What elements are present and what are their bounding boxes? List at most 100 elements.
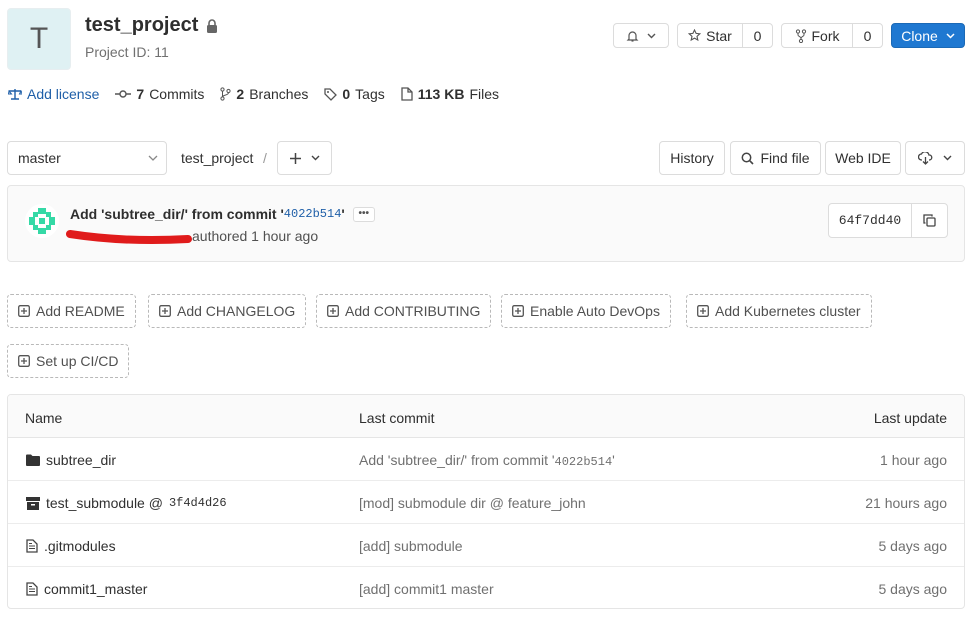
last-update-time: 21 hours ago (865, 495, 947, 511)
history-button[interactable]: History (659, 141, 725, 175)
plus-square-icon (697, 305, 709, 317)
web-ide-button[interactable]: Web IDE (825, 141, 901, 175)
chevron-down-icon (946, 32, 955, 39)
last-update-time: 5 days ago (878, 581, 948, 597)
commit-message-link[interactable]: [add] submodule (359, 538, 463, 554)
setup-ci-cd-button[interactable]: Set up CI/CD (7, 344, 130, 378)
project-name[interactable]: test_project (85, 14, 198, 37)
search-icon (741, 152, 755, 165)
authored-text: authored 1 hour ago (192, 228, 319, 244)
commit-short-sha[interactable]: 64f7dd40 (829, 213, 911, 228)
star-label: Star (706, 27, 732, 44)
file-name: .gitmodules (44, 538, 116, 554)
more-button[interactable]: ••• (352, 206, 375, 222)
enable-auto-devops-label: Enable Auto DevOps (530, 303, 660, 319)
star-icon (688, 29, 702, 42)
branch-name: master (18, 150, 61, 166)
files-label: Files (469, 86, 500, 102)
branches-label: Branches (249, 86, 309, 102)
download-icon (918, 151, 933, 165)
file-name-cell[interactable]: commit1_master (26, 581, 147, 597)
project-title: test_project (85, 14, 218, 37)
web-ide-label: Web IDE (835, 150, 891, 166)
table-row[interactable]: subtree_dir Add 'subtree_dir/' from comm… (8, 438, 964, 481)
author-avatar[interactable] (25, 204, 59, 238)
fork-icon (795, 28, 807, 43)
col-name-header: Name (25, 410, 63, 426)
col-last-update-header: Last update (873, 410, 947, 426)
branch-selector[interactable]: master (7, 141, 167, 175)
setup-ci-cd-label: Set up CI/CD (36, 353, 119, 369)
add-to-tree-dropdown[interactable] (277, 141, 332, 175)
commit-message-link[interactable]: [mod] submodule dir @ feature_john (359, 495, 586, 511)
star-count[interactable]: 0 (754, 28, 762, 44)
file-name-cell[interactable]: .gitmodules (26, 538, 116, 554)
file-icon (401, 87, 413, 101)
branch-icon (220, 87, 232, 101)
add-kubernetes-cluster-button[interactable]: Add Kubernetes cluster (686, 294, 872, 328)
enable-auto-devops-button[interactable]: Enable Auto DevOps (501, 294, 671, 328)
commits-count: 7 (136, 86, 145, 102)
table-row[interactable]: test_submodule @ 3f4d4d26 [mod] submodul… (8, 481, 964, 524)
plus-square-icon (159, 305, 171, 317)
chevron-down-icon (943, 155, 952, 161)
archive-icon (26, 496, 40, 510)
copy-icon (923, 214, 936, 227)
commit-message-link[interactable]: [add] commit1 master (359, 581, 494, 597)
tags-label: Tags (355, 86, 385, 102)
notification-dropdown[interactable] (613, 23, 669, 48)
find-file-button[interactable]: Find file (730, 141, 821, 175)
clone-label: Clone (901, 27, 938, 44)
file-name-cell[interactable]: subtree_dir (26, 452, 116, 468)
table-row[interactable]: .gitmodules [add] submodule 5 days ago (8, 524, 964, 567)
file-tree-table: Name Last commit Last update subtree_dir… (7, 394, 965, 609)
project-id: Project ID: 11 (85, 44, 169, 60)
commit-author-line: authored 1 hour ago (66, 226, 336, 250)
fork-count[interactable]: 0 (864, 28, 872, 44)
fork-button[interactable]: Fork 0 (781, 23, 883, 48)
file-name-cell[interactable]: test_submodule @ 3f4d4d26 (26, 495, 227, 511)
folder-icon (26, 454, 40, 466)
commit-sha-box[interactable]: 64f7dd40 (828, 203, 948, 238)
branches-link[interactable]: 2 Branches (220, 86, 308, 102)
add-changelog-label: Add CHANGELOG (177, 303, 296, 319)
file-name: subtree_dir (46, 452, 117, 468)
table-header: Name Last commit Last update (8, 395, 964, 438)
commits-link[interactable]: 7 Commits (115, 86, 204, 102)
commits-label: Commits (149, 86, 205, 102)
download-dropdown[interactable] (905, 141, 965, 175)
commit-title-prefix: Add 'subtree_dir/' from commit ' (70, 206, 284, 222)
commit-title-link[interactable]: Add 'subtree_dir/' from commit ' 4022b514… (70, 206, 375, 222)
commit-message-sha: 4022b514 (554, 455, 613, 469)
add-readme-label: Add README (36, 303, 125, 319)
commit-title-suffix: ' (341, 206, 345, 222)
chevron-down-icon (647, 33, 656, 39)
commit-icon (115, 89, 132, 99)
chevron-down-icon (311, 155, 320, 161)
fork-label: Fork (811, 27, 840, 44)
col-last-commit-header: Last commit (359, 410, 435, 426)
star-button[interactable]: Star 0 (677, 23, 773, 48)
commit-message-link[interactable]: Add 'subtree_dir/' from commit '4022b514… (359, 452, 615, 469)
tags-count: 0 (342, 86, 351, 102)
copy-sha-button[interactable] (911, 204, 947, 237)
project-avatar-letter: T (29, 22, 49, 55)
breadcrumb[interactable]: test_project (181, 150, 253, 166)
history-label: History (670, 150, 714, 166)
tags-link[interactable]: 0 Tags (324, 86, 385, 102)
bell-icon (626, 30, 639, 42)
add-readme-button[interactable]: Add README (7, 294, 136, 328)
commit-title-sha: 4022b514 (283, 207, 342, 221)
project-avatar[interactable]: T (7, 8, 71, 70)
add-license-link[interactable]: Add license (8, 86, 99, 102)
submodule-sha[interactable]: 3f4d4d26 (169, 496, 227, 510)
add-contributing-button[interactable]: Add CONTRIBUTING (316, 294, 492, 328)
last-commit-panel: Add 'subtree_dir/' from commit ' 4022b514… (7, 185, 965, 262)
add-contributing-label: Add CONTRIBUTING (345, 303, 481, 319)
table-row[interactable]: commit1_master [add] commit1 master 5 da… (8, 567, 964, 608)
clone-button[interactable]: Clone (891, 23, 965, 48)
files-link[interactable]: 113 KB Files (401, 86, 499, 102)
branches-count: 2 (236, 86, 245, 102)
commit-message-suffix: ' (612, 452, 615, 468)
add-changelog-button[interactable]: Add CHANGELOG (148, 294, 307, 328)
